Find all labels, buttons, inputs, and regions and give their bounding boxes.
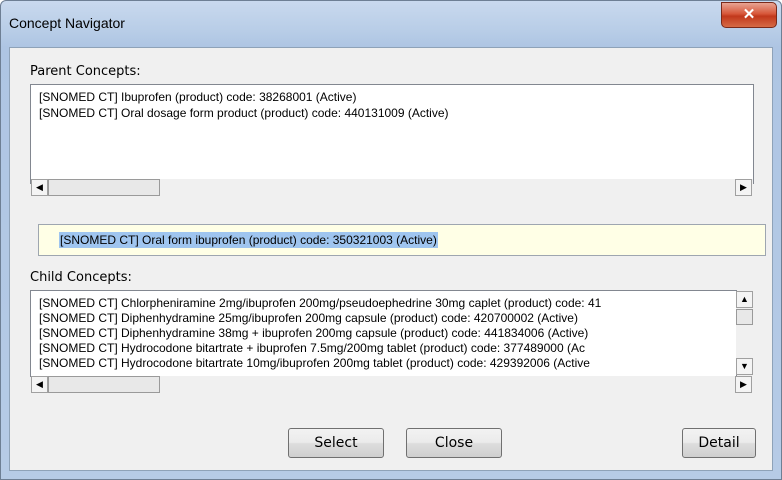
scroll-thumb[interactable] (48, 179, 160, 196)
list-item[interactable]: [SNOMED CT] Oral dosage form product (pr… (39, 105, 739, 121)
scroll-right-icon[interactable]: ▶ (735, 376, 752, 393)
parent-horizontal-scrollbar[interactable]: ◀ ▶ (31, 179, 753, 196)
scroll-thumb[interactable] (736, 309, 753, 325)
scroll-left-icon[interactable]: ◀ (31, 179, 48, 196)
scroll-down-icon[interactable]: ▼ (736, 358, 753, 375)
list-item[interactable]: [SNOMED CT] Hydrocodone bitartrate 10mg/… (39, 355, 734, 371)
window-title: Concept Navigator (9, 15, 125, 31)
list-item[interactable]: [SNOMED CT] Diphenhydramine 25mg/ibuprof… (39, 310, 734, 326)
list-item[interactable]: [SNOMED CT] Chlorpheniramine 2mg/ibuprof… (39, 295, 734, 311)
scroll-up-icon[interactable]: ▲ (736, 291, 753, 308)
parent-concepts-list[interactable]: [SNOMED CT] Ibuprofen (product) code: 38… (30, 84, 754, 184)
detail-button[interactable]: Detail (682, 428, 756, 458)
scroll-right-icon[interactable]: ▶ (735, 179, 752, 196)
dialog-body: Parent Concepts: [SNOMED CT] Ibuprofen (… (9, 47, 773, 471)
close-icon: ✕ (742, 6, 756, 23)
scroll-left-icon[interactable]: ◀ (31, 376, 48, 393)
scroll-thumb[interactable] (48, 376, 160, 393)
child-concepts-list[interactable]: [SNOMED CT] Chlorpheniramine 2mg/ibuprof… (30, 290, 737, 377)
selected-concept-text: [SNOMED CT] Oral form ibuprofen (product… (59, 232, 438, 248)
selected-concept-field[interactable]: [SNOMED CT] Oral form ibuprofen (product… (38, 224, 766, 256)
title-bar[interactable]: Concept Navigator ✕ (1, 1, 781, 47)
child-vertical-scrollbar[interactable]: ▲ ▼ (736, 291, 753, 375)
select-button[interactable]: Select (288, 428, 384, 458)
window-close-button[interactable]: ✕ (721, 2, 777, 28)
child-concepts-label: Child Concepts: (30, 270, 132, 285)
list-item[interactable]: [SNOMED CT] Diphenhydramine 38mg + ibupr… (39, 325, 734, 341)
concept-navigator-window: Concept Navigator ✕ Parent Concepts: [SN… (0, 0, 782, 480)
list-item[interactable]: [SNOMED CT] Hydrocodone bitartrate + ibu… (39, 340, 734, 356)
child-horizontal-scrollbar[interactable]: ◀ ▶ (31, 376, 753, 393)
parent-concepts-label: Parent Concepts: (30, 64, 141, 79)
close-button[interactable]: Close (406, 428, 502, 458)
list-item[interactable]: [SNOMED CT] Ibuprofen (product) code: 38… (39, 89, 739, 105)
